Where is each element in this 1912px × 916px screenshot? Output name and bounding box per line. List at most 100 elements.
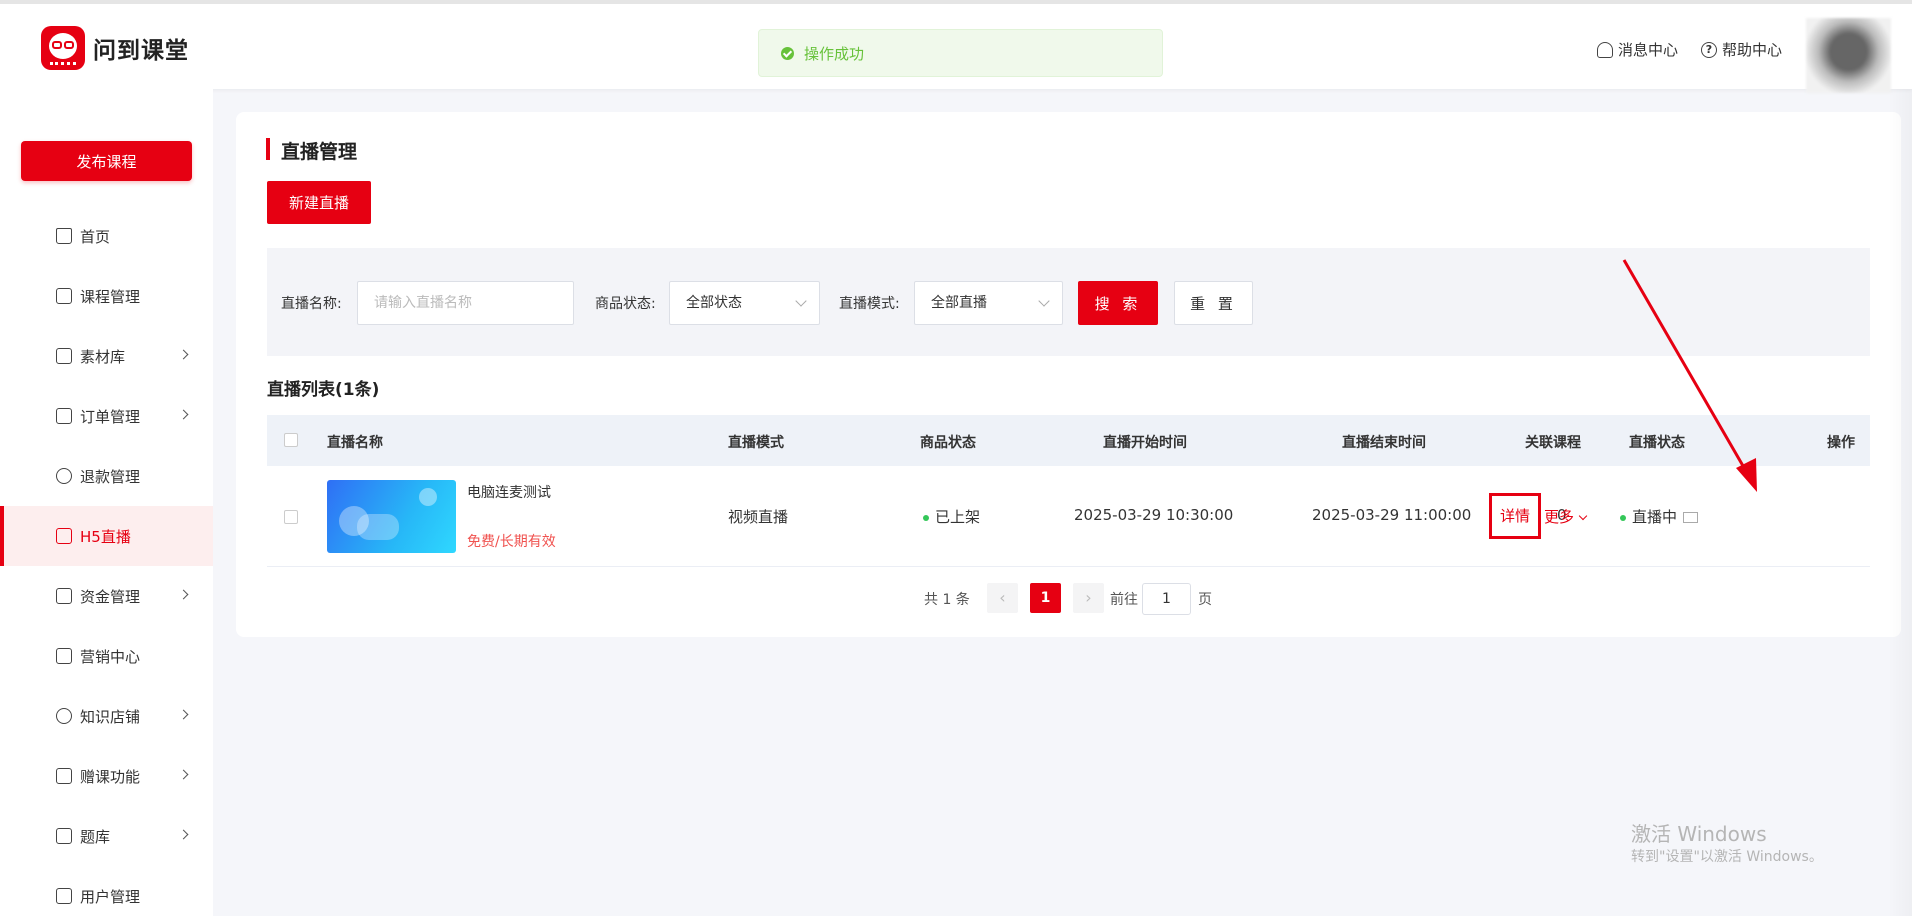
sidebar-item-label: 订单管理 [80,407,141,426]
bell-icon [1597,41,1613,58]
column-header: 直播名称 [327,435,383,451]
chevron-down-icon [795,295,807,307]
pagination-total: 共 1 条 [924,592,970,608]
page-title: 直播管理 [281,141,358,163]
sidebar-item-fund-management[interactable]: 资金管理 [0,566,213,626]
goods-status-select[interactable]: 全部状态 [669,281,820,325]
table-row: 电脑连麦测试 免费/长期有效 视频直播 已上架 2025-03-29 10:30… [267,466,1870,567]
more-dropdown[interactable]: 更多 [1544,506,1588,527]
sidebar-item-label: 素材库 [80,347,126,366]
title-accent-bar [266,138,270,160]
success-check-icon [781,46,794,60]
live-name[interactable]: 电脑连麦测试 [467,482,551,502]
help-center-link[interactable]: ? 帮助中心 [1701,39,1782,60]
sidebar-item-refund-management[interactable]: 退款管理 [0,446,213,506]
column-header: 直播开始时间 [1103,435,1187,451]
sidebar-item-label: 首页 [80,227,111,246]
message-center-link[interactable]: 消息中心 [1597,39,1678,60]
question-bank-icon [56,828,72,844]
live-status: 直播中 [1620,506,1699,527]
select-all-checkbox[interactable] [284,433,298,447]
help-icon: ? [1701,41,1717,58]
sidebar-item-gift-course[interactable]: 赠课功能 [0,746,213,806]
live-name-input[interactable]: 请输入直播名称 [357,281,574,325]
folder-icon [56,348,72,364]
sidebar-item-label: 知识店铺 [80,707,141,726]
sidebar-item-home[interactable]: 首页 [0,206,213,266]
sidebar-item-question-bank[interactable]: 题库 [0,806,213,866]
chevron-right-icon [178,829,189,840]
column-header: 关联课程 [1525,435,1581,451]
success-toast: 操作成功 [758,29,1163,77]
live-camera-icon [56,528,72,544]
sidebar-item-label: H5直播 [80,527,131,546]
order-icon [56,408,72,424]
chevron-right-icon [178,769,189,780]
shop-icon [56,708,72,724]
sidebar: 发布课程 首页 课程管理 素材库 订单管理 退款管理 H5直播 资金管理 营销中… [0,89,213,916]
column-header: 操作 [1827,435,1855,451]
live-mode-label: 直播模式: [839,296,900,312]
live-status-text: 直播中 [1632,508,1678,526]
activation-watermark-title: 激活 Windows [1631,822,1767,846]
status-dot-icon [1620,514,1626,521]
more-label: 更多 [1544,508,1575,526]
brand-name: 问到课堂 [93,38,189,64]
gift-course-icon [56,768,72,784]
list-title: 直播列表(1条) [267,380,380,400]
sidebar-item-user-management[interactable]: 用户管理 [0,866,213,916]
page-suffix: 页 [1198,592,1212,608]
sidebar-item-knowledge-shop[interactable]: 知识店铺 [0,686,213,746]
new-live-button[interactable]: 新建直播 [267,181,371,224]
live-price: 免费/长期有效 [467,534,556,550]
detail-link[interactable]: 详情 [1489,493,1541,539]
live-end-time: 2025-03-29 11:00:00 [1312,506,1472,524]
sidebar-item-marketing-center[interactable]: 营销中心 [0,626,213,686]
chevron-down-icon [1038,295,1050,307]
column-header: 商品状态 [920,435,976,451]
monitor-icon[interactable] [1683,512,1699,523]
sidebar-item-h5-live[interactable]: H5直播 [0,506,213,566]
course-icon [56,288,72,304]
sidebar-item-label: 用户管理 [80,887,141,906]
right-edge-shadow [1888,89,1912,916]
search-button[interactable]: 搜 索 [1078,281,1158,325]
user-avatar[interactable] [1806,18,1891,93]
live-start-time: 2025-03-29 10:30:00 [1074,506,1234,524]
row-checkbox[interactable] [284,510,298,524]
help-center-label: 帮助中心 [1722,41,1783,59]
goto-label: 前往 [1110,592,1138,608]
chevron-right-icon [178,349,189,360]
live-management-card: 直播管理 新建直播 直播名称: 请输入直播名称 商品状态: 全部状态 直播模式:… [236,112,1901,637]
live-mode: 视频直播 [728,508,789,526]
publish-course-button[interactable]: 发布课程 [21,141,192,181]
live-cover-image [327,480,456,553]
sidebar-item-order-management[interactable]: 订单管理 [0,386,213,446]
activation-watermark-hint: 转到"设置"以激活 Windows。 [1631,849,1823,865]
goods-status-label: 商品状态: [595,296,656,312]
goods-status-value: 全部状态 [686,295,742,311]
chevron-right-icon [178,709,189,720]
column-header: 直播结束时间 [1342,435,1426,451]
chevron-down-icon [1578,511,1588,521]
top-header: 问到课堂 操作成功 消息中心 ? 帮助中心 [0,0,1912,93]
page-number-button[interactable]: 1 [1030,583,1061,613]
logo-mascot-icon [41,26,85,70]
sidebar-item-label: 赠课功能 [80,767,141,786]
toast-message: 操作成功 [804,44,865,63]
prev-page-button[interactable]: ‹ [987,583,1018,613]
brand-logo[interactable]: 问到课堂 [41,26,189,70]
reset-button[interactable]: 重 置 [1174,281,1253,325]
filter-panel: 直播名称: 请输入直播名称 商品状态: 全部状态 直播模式: 全部直播 搜 索 … [267,248,1870,356]
chevron-right-icon [178,409,189,420]
next-page-button[interactable]: › [1073,583,1104,613]
gift-icon [56,648,72,664]
goto-page-input[interactable]: 1 [1142,583,1191,615]
message-center-label: 消息中心 [1618,41,1679,59]
column-header: 直播状态 [1629,435,1685,451]
goods-status: 已上架 [923,506,980,527]
live-mode-select[interactable]: 全部直播 [914,281,1063,325]
sidebar-item-course-management[interactable]: 课程管理 [0,266,213,326]
home-icon [56,228,72,244]
sidebar-item-material-library[interactable]: 素材库 [0,326,213,386]
